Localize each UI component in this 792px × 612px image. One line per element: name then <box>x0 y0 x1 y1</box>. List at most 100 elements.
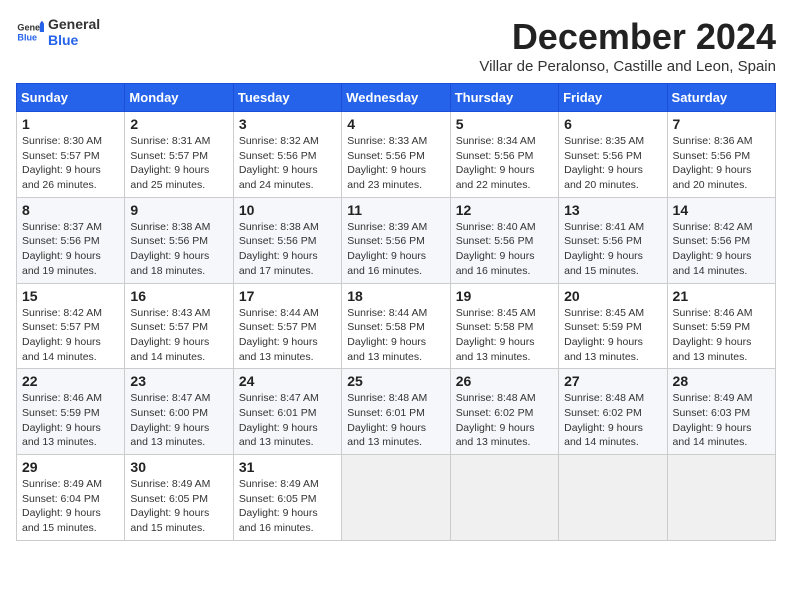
header: General Blue General Blue December 2024 … <box>16 16 776 75</box>
day-number: 9 <box>130 202 227 218</box>
day-info: Sunrise: 8:49 AMSunset: 6:05 PMDaylight:… <box>239 478 319 534</box>
day-info: Sunrise: 8:47 AMSunset: 6:00 PMDaylight:… <box>130 392 210 448</box>
day-info: Sunrise: 8:48 AMSunset: 6:01 PMDaylight:… <box>347 392 427 448</box>
day-info: Sunrise: 8:43 AMSunset: 5:57 PMDaylight:… <box>130 307 210 363</box>
calendar-day-cell: 6 Sunrise: 8:35 AMSunset: 5:56 PMDayligh… <box>559 112 667 198</box>
calendar-day-cell: 8 Sunrise: 8:37 AMSunset: 5:56 PMDayligh… <box>17 197 125 283</box>
day-number: 31 <box>239 459 336 475</box>
calendar-day-cell: 16 Sunrise: 8:43 AMSunset: 5:57 PMDaylig… <box>125 283 233 369</box>
calendar-day-cell: 28 Sunrise: 8:49 AMSunset: 6:03 PMDaylig… <box>667 369 775 455</box>
day-info: Sunrise: 8:45 AMSunset: 5:58 PMDaylight:… <box>456 307 536 363</box>
day-number: 4 <box>347 116 444 132</box>
calendar-day-cell: 4 Sunrise: 8:33 AMSunset: 5:56 PMDayligh… <box>342 112 450 198</box>
day-number: 6 <box>564 116 661 132</box>
day-number: 27 <box>564 373 661 389</box>
calendar-day-cell <box>667 455 775 541</box>
calendar-day-cell: 19 Sunrise: 8:45 AMSunset: 5:58 PMDaylig… <box>450 283 558 369</box>
calendar-day-cell: 2 Sunrise: 8:31 AMSunset: 5:57 PMDayligh… <box>125 112 233 198</box>
location-subtitle: Villar de Peralonso, Castille and Leon, … <box>479 58 776 75</box>
calendar-day-cell: 1 Sunrise: 8:30 AMSunset: 5:57 PMDayligh… <box>17 112 125 198</box>
day-info: Sunrise: 8:34 AMSunset: 5:56 PMDaylight:… <box>456 135 536 191</box>
day-number: 13 <box>564 202 661 218</box>
calendar-day-cell <box>342 455 450 541</box>
calendar-day-cell: 25 Sunrise: 8:48 AMSunset: 6:01 PMDaylig… <box>342 369 450 455</box>
day-info: Sunrise: 8:32 AMSunset: 5:56 PMDaylight:… <box>239 135 319 191</box>
month-title: December 2024 <box>479 16 776 58</box>
logo-text-general: General <box>48 16 100 32</box>
day-info: Sunrise: 8:42 AMSunset: 5:56 PMDaylight:… <box>673 221 753 277</box>
calendar-day-cell: 11 Sunrise: 8:39 AMSunset: 5:56 PMDaylig… <box>342 197 450 283</box>
day-number: 18 <box>347 288 444 304</box>
calendar-day-cell: 14 Sunrise: 8:42 AMSunset: 5:56 PMDaylig… <box>667 197 775 283</box>
day-of-week-header: Monday <box>125 84 233 112</box>
day-number: 30 <box>130 459 227 475</box>
calendar-day-cell <box>559 455 667 541</box>
day-number: 14 <box>673 202 770 218</box>
calendar-day-cell: 30 Sunrise: 8:49 AMSunset: 6:05 PMDaylig… <box>125 455 233 541</box>
day-info: Sunrise: 8:47 AMSunset: 6:01 PMDaylight:… <box>239 392 319 448</box>
day-info: Sunrise: 8:45 AMSunset: 5:59 PMDaylight:… <box>564 307 644 363</box>
logo: General Blue General Blue <box>16 16 100 48</box>
day-of-week-header: Saturday <box>667 84 775 112</box>
day-info: Sunrise: 8:31 AMSunset: 5:57 PMDaylight:… <box>130 135 210 191</box>
day-number: 26 <box>456 373 553 389</box>
calendar-header-row: SundayMondayTuesdayWednesdayThursdayFrid… <box>17 84 776 112</box>
day-number: 20 <box>564 288 661 304</box>
calendar-day-cell: 18 Sunrise: 8:44 AMSunset: 5:58 PMDaylig… <box>342 283 450 369</box>
calendar-day-cell: 12 Sunrise: 8:40 AMSunset: 5:56 PMDaylig… <box>450 197 558 283</box>
calendar-day-cell: 9 Sunrise: 8:38 AMSunset: 5:56 PMDayligh… <box>125 197 233 283</box>
day-info: Sunrise: 8:42 AMSunset: 5:57 PMDaylight:… <box>22 307 102 363</box>
day-number: 10 <box>239 202 336 218</box>
logo-icon: General Blue <box>16 18 44 46</box>
day-number: 12 <box>456 202 553 218</box>
day-info: Sunrise: 8:38 AMSunset: 5:56 PMDaylight:… <box>239 221 319 277</box>
day-number: 3 <box>239 116 336 132</box>
day-info: Sunrise: 8:48 AMSunset: 6:02 PMDaylight:… <box>456 392 536 448</box>
calendar-day-cell: 15 Sunrise: 8:42 AMSunset: 5:57 PMDaylig… <box>17 283 125 369</box>
day-of-week-header: Sunday <box>17 84 125 112</box>
calendar-day-cell: 23 Sunrise: 8:47 AMSunset: 6:00 PMDaylig… <box>125 369 233 455</box>
day-of-week-header: Thursday <box>450 84 558 112</box>
day-number: 17 <box>239 288 336 304</box>
day-info: Sunrise: 8:48 AMSunset: 6:02 PMDaylight:… <box>564 392 644 448</box>
day-number: 7 <box>673 116 770 132</box>
calendar-day-cell: 29 Sunrise: 8:49 AMSunset: 6:04 PMDaylig… <box>17 455 125 541</box>
calendar-day-cell: 3 Sunrise: 8:32 AMSunset: 5:56 PMDayligh… <box>233 112 341 198</box>
calendar-table: SundayMondayTuesdayWednesdayThursdayFrid… <box>16 83 776 541</box>
day-info: Sunrise: 8:44 AMSunset: 5:58 PMDaylight:… <box>347 307 427 363</box>
day-number: 24 <box>239 373 336 389</box>
day-number: 8 <box>22 202 119 218</box>
calendar-day-cell: 17 Sunrise: 8:44 AMSunset: 5:57 PMDaylig… <box>233 283 341 369</box>
title-area: December 2024 Villar de Peralonso, Casti… <box>479 16 776 75</box>
day-info: Sunrise: 8:38 AMSunset: 5:56 PMDaylight:… <box>130 221 210 277</box>
calendar-day-cell: 24 Sunrise: 8:47 AMSunset: 6:01 PMDaylig… <box>233 369 341 455</box>
svg-text:Blue: Blue <box>17 32 37 42</box>
day-info: Sunrise: 8:35 AMSunset: 5:56 PMDaylight:… <box>564 135 644 191</box>
day-info: Sunrise: 8:49 AMSunset: 6:04 PMDaylight:… <box>22 478 102 534</box>
day-info: Sunrise: 8:40 AMSunset: 5:56 PMDaylight:… <box>456 221 536 277</box>
day-info: Sunrise: 8:41 AMSunset: 5:56 PMDaylight:… <box>564 221 644 277</box>
day-number: 2 <box>130 116 227 132</box>
calendar-week-row: 1 Sunrise: 8:30 AMSunset: 5:57 PMDayligh… <box>17 112 776 198</box>
day-info: Sunrise: 8:39 AMSunset: 5:56 PMDaylight:… <box>347 221 427 277</box>
calendar-day-cell: 7 Sunrise: 8:36 AMSunset: 5:56 PMDayligh… <box>667 112 775 198</box>
day-info: Sunrise: 8:36 AMSunset: 5:56 PMDaylight:… <box>673 135 753 191</box>
calendar-week-row: 22 Sunrise: 8:46 AMSunset: 5:59 PMDaylig… <box>17 369 776 455</box>
calendar-day-cell: 13 Sunrise: 8:41 AMSunset: 5:56 PMDaylig… <box>559 197 667 283</box>
calendar-day-cell: 20 Sunrise: 8:45 AMSunset: 5:59 PMDaylig… <box>559 283 667 369</box>
calendar-day-cell: 26 Sunrise: 8:48 AMSunset: 6:02 PMDaylig… <box>450 369 558 455</box>
day-info: Sunrise: 8:49 AMSunset: 6:05 PMDaylight:… <box>130 478 210 534</box>
calendar-day-cell: 27 Sunrise: 8:48 AMSunset: 6:02 PMDaylig… <box>559 369 667 455</box>
day-info: Sunrise: 8:49 AMSunset: 6:03 PMDaylight:… <box>673 392 753 448</box>
day-number: 19 <box>456 288 553 304</box>
day-number: 25 <box>347 373 444 389</box>
calendar-day-cell: 31 Sunrise: 8:49 AMSunset: 6:05 PMDaylig… <box>233 455 341 541</box>
day-of-week-header: Tuesday <box>233 84 341 112</box>
day-info: Sunrise: 8:44 AMSunset: 5:57 PMDaylight:… <box>239 307 319 363</box>
calendar-day-cell: 22 Sunrise: 8:46 AMSunset: 5:59 PMDaylig… <box>17 369 125 455</box>
calendar-day-cell: 5 Sunrise: 8:34 AMSunset: 5:56 PMDayligh… <box>450 112 558 198</box>
calendar-day-cell: 10 Sunrise: 8:38 AMSunset: 5:56 PMDaylig… <box>233 197 341 283</box>
day-number: 22 <box>22 373 119 389</box>
logo-text-blue: Blue <box>48 32 100 48</box>
day-number: 11 <box>347 202 444 218</box>
